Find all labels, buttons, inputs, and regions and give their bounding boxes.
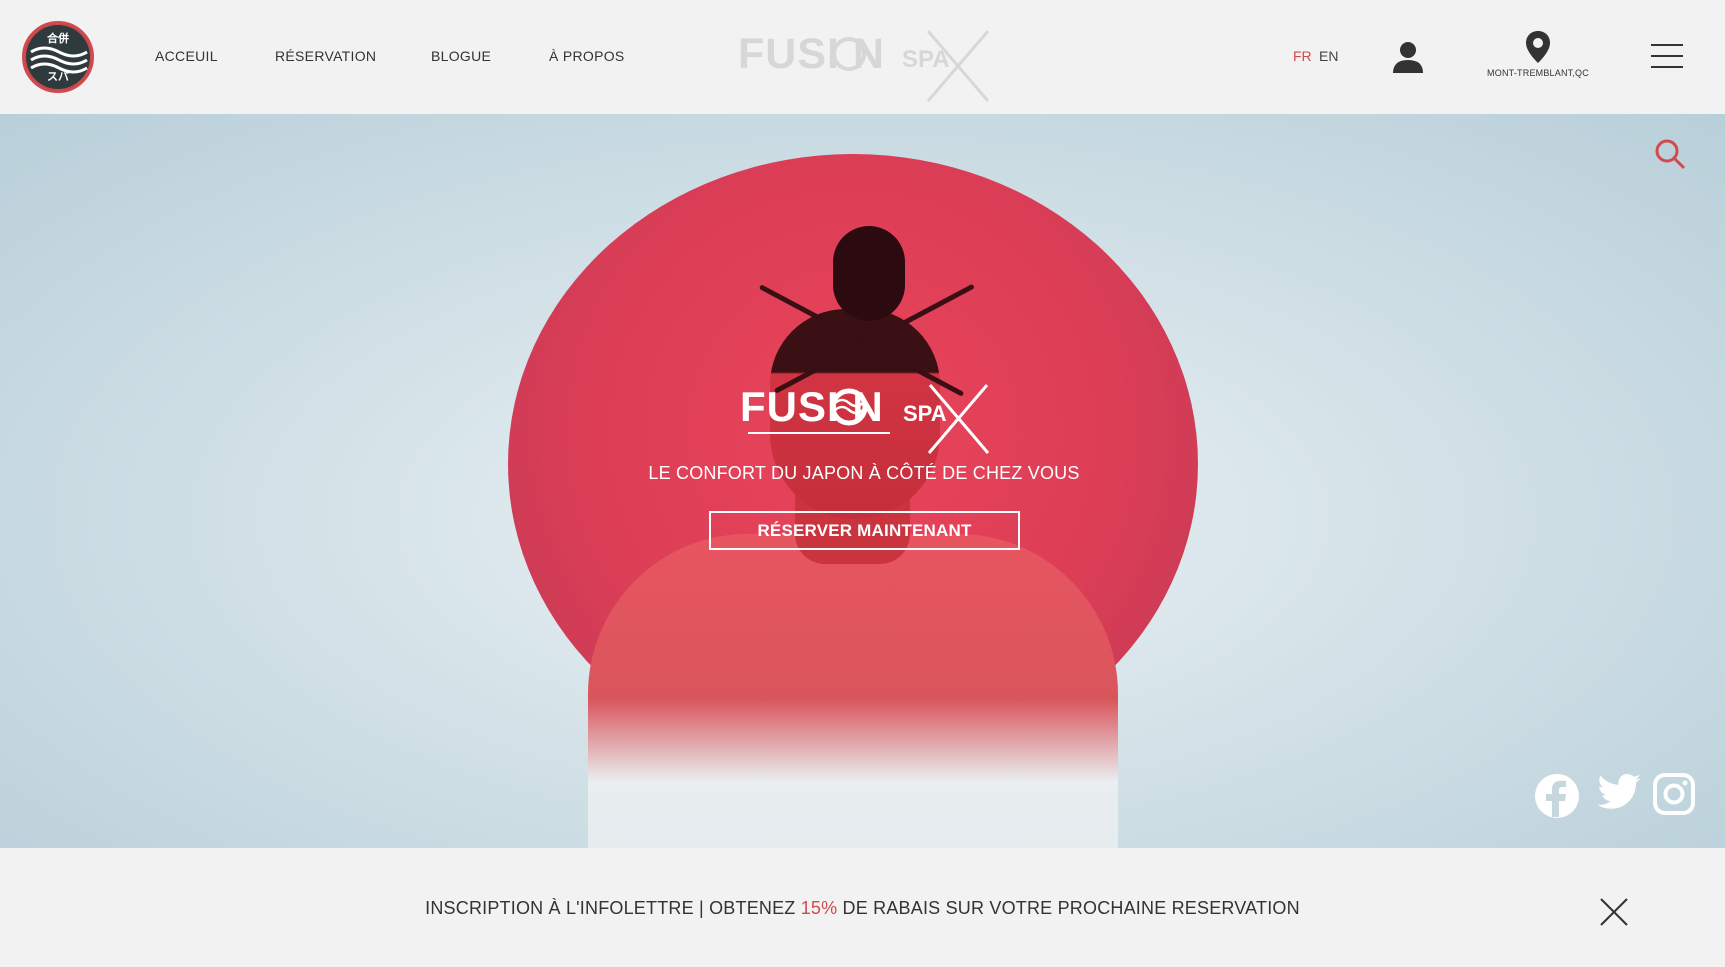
site-logo-badge[interactable]: 合併 スパ: [22, 21, 94, 93]
menu-icon[interactable]: [1651, 44, 1683, 68]
location-link[interactable]: MONT-TREMBLANT,QC: [1476, 30, 1600, 86]
close-icon[interactable]: [1599, 897, 1629, 927]
reserve-now-button[interactable]: RÉSERVER MAINTENANT: [709, 511, 1020, 550]
lang-en-link[interactable]: EN: [1319, 48, 1338, 64]
location-pin-icon: [1526, 31, 1550, 63]
nav-item-reservation[interactable]: RÉSERVATION: [275, 48, 376, 64]
badge-kanji-bottom: スパ: [47, 70, 69, 83]
newsletter-discount: 15%: [800, 898, 838, 918]
twitter-icon[interactable]: [1596, 773, 1642, 818]
nav-item-a-propos[interactable]: À PROPOS: [549, 48, 625, 64]
location-label: MONT-TREMBLANT,QC: [1487, 68, 1589, 78]
newsletter-message[interactable]: INSCRIPTION À L'INFOLETTRE | OBTENEZ 15%…: [0, 898, 1725, 919]
nav-item-accueil[interactable]: ACCEUIL: [155, 48, 218, 64]
hero-logo-wave-icon: [830, 384, 990, 454]
instagram-icon[interactable]: [1653, 773, 1695, 820]
site-header: 合併 スパ ACCEUIL RÉSERVATION BLOGUE À PROPO…: [0, 0, 1725, 114]
hero-tagline: LE CONFORT DU JAPON À CÔTÉ DE CHEZ VOUS: [648, 463, 1080, 483]
newsletter-text-before: INSCRIPTION À L'INFOLETTRE | OBTENEZ: [425, 898, 801, 918]
header-brand-logo[interactable]: FUSI N SPA: [738, 26, 994, 102]
hero-figure-jacket: [588, 534, 1118, 848]
user-icon[interactable]: [1392, 40, 1424, 74]
lang-fr-link[interactable]: FR: [1293, 48, 1312, 64]
hero-brand-logo: FUSI N SPA: [740, 383, 990, 455]
newsletter-text-after: DE RABAIS SUR VOTRE PROCHAINE RESERVATIO…: [837, 898, 1300, 918]
header-logo-x-icon: [832, 30, 990, 102]
newsletter-bar: INSCRIPTION À L'INFOLETTRE | OBTENEZ 15%…: [0, 848, 1725, 967]
hero-figure-hair-bun: [833, 226, 905, 321]
search-icon[interactable]: [1654, 138, 1686, 170]
facebook-icon[interactable]: [1534, 773, 1580, 824]
nav-item-blogue[interactable]: BLOGUE: [431, 48, 491, 64]
